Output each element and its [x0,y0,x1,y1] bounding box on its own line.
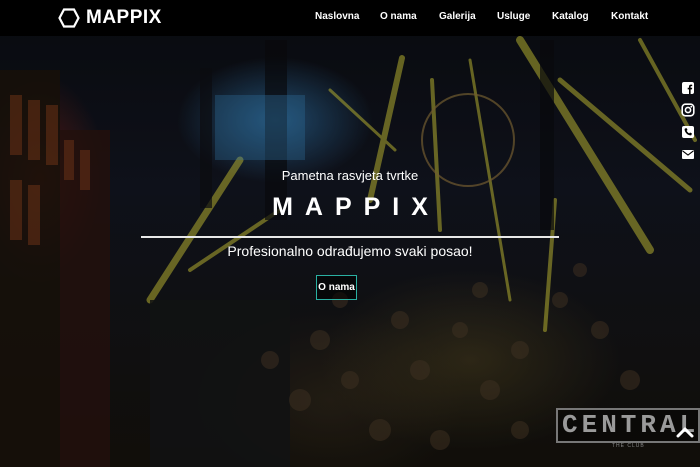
nav-item-kontakt[interactable]: Kontakt [611,11,648,22]
facebook-icon [682,82,694,94]
instagram-link[interactable] [681,103,695,117]
hero-divider [141,236,559,238]
envelope-icon [682,150,694,159]
nav-item-naslovna[interactable]: Naslovna [315,11,359,22]
instagram-icon [681,103,695,117]
nav-item-o-nama[interactable]: O nama [380,11,417,22]
phone-link[interactable] [681,125,695,139]
facebook-link[interactable] [681,81,695,95]
central-club-watermark-subtext: THE CLUB [612,443,645,449]
hero-tagline: Pametna rasvjeta tvrtke [281,168,419,183]
scroll-to-top-button[interactable] [676,425,694,439]
chevron-up-icon [676,427,694,438]
hero-subtitle: Profesionalno odrađujemo svaki posao! [227,243,473,259]
hero-title: MAPPIX [272,193,440,221]
about-us-button[interactable]: O nama [316,275,357,300]
brand-name: MAPPIX [86,7,162,28]
hero-dark-overlay [0,0,700,467]
nav-item-katalog[interactable]: Katalog [552,11,589,22]
nav-item-galerija[interactable]: Galerija [439,11,476,22]
top-navbar: MAPPIX Naslovna O nama Galerija Usluge K… [0,0,700,36]
phone-icon [682,126,694,138]
nav-item-usluge[interactable]: Usluge [497,11,530,22]
email-link[interactable] [681,147,695,161]
brand-logo-link[interactable]: MAPPIX [58,7,162,29]
hexagon-outline-icon [58,8,80,28]
